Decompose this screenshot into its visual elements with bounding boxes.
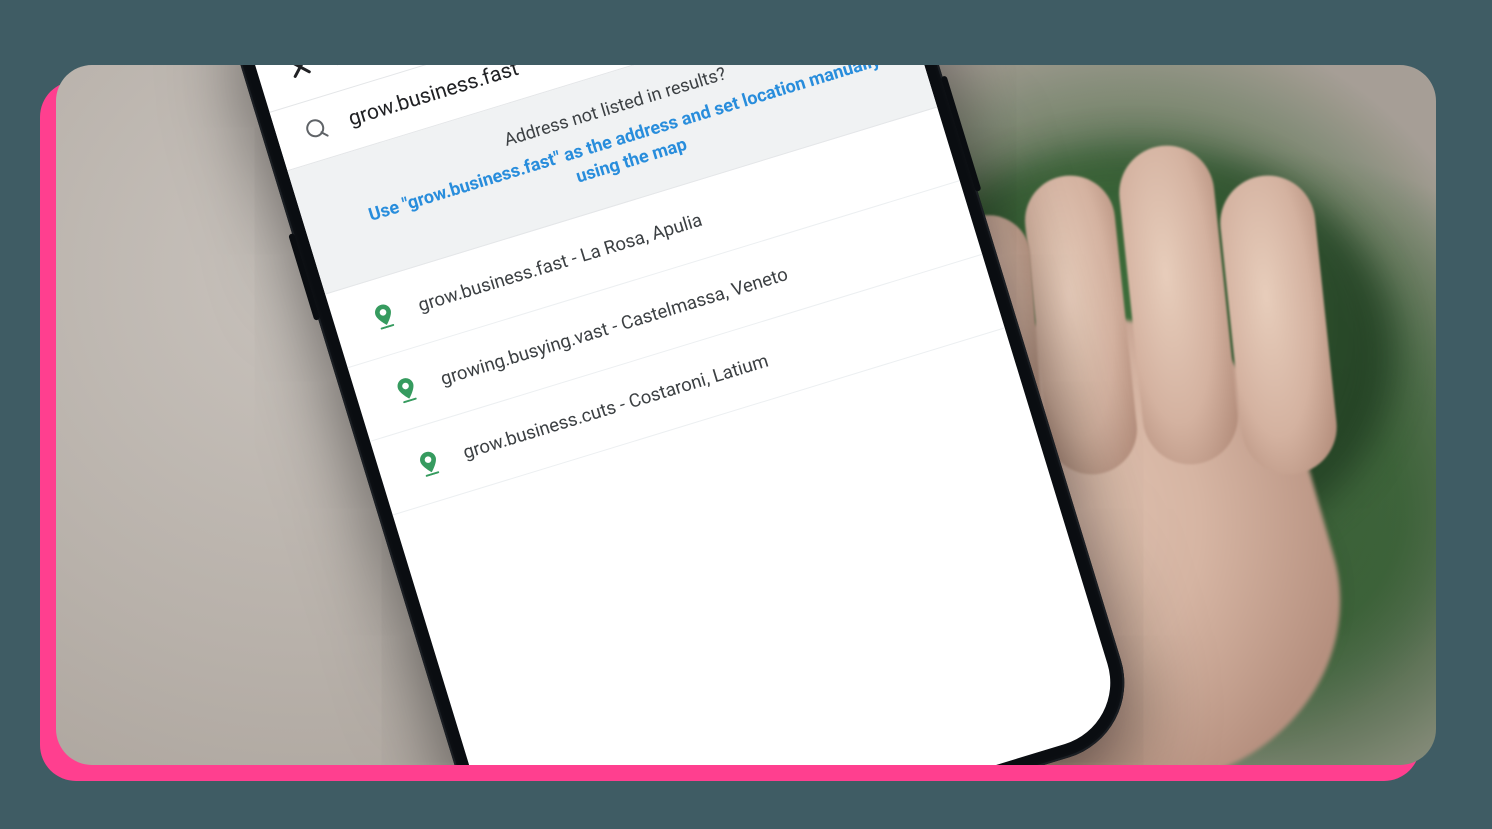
pin-icon bbox=[394, 375, 420, 404]
card-photo: Address search grow.business.fast Addres… bbox=[56, 65, 1436, 765]
close-icon[interactable] bbox=[285, 65, 315, 82]
promo-card: Address search grow.business.fast Addres… bbox=[56, 65, 1436, 765]
search-icon bbox=[304, 115, 331, 142]
pin-icon bbox=[416, 448, 442, 477]
pin-icon bbox=[371, 301, 397, 330]
address-search-screen: Address search grow.business.fast Addres… bbox=[233, 65, 1126, 765]
phone-mockup: Address search grow.business.fast Addres… bbox=[216, 65, 1144, 765]
